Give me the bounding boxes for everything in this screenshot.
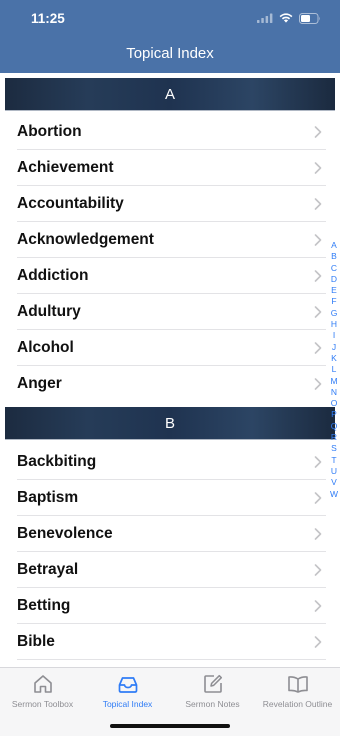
- list-item[interactable]: Achievement: [0, 150, 340, 186]
- index-letter-i[interactable]: I: [327, 330, 340, 341]
- list-item[interactable]: Alcohol: [0, 330, 340, 366]
- index-letter-f[interactable]: F: [327, 296, 340, 307]
- chevron-right-icon: [314, 162, 322, 174]
- topic-label: Betrayal: [17, 561, 79, 578]
- index-letter-h[interactable]: H: [327, 319, 340, 330]
- topic-label: Achievement: [17, 159, 114, 176]
- topic-label: Bible: [17, 633, 55, 650]
- index-letter-w[interactable]: W: [327, 489, 340, 500]
- section-index-bar[interactable]: A B C D E F G H I J K L M N O P Q R S T …: [327, 240, 340, 500]
- tab-topical-index[interactable]: Topical Index: [85, 672, 170, 716]
- topic-label: Adultury: [17, 303, 81, 320]
- topic-list[interactable]: A Abortion Achievement Accountability Ac…: [0, 73, 340, 667]
- chevron-right-icon: [314, 306, 322, 318]
- index-letter-a[interactable]: A: [327, 240, 340, 251]
- row-divider: [17, 659, 326, 660]
- index-letter-t[interactable]: T: [327, 455, 340, 466]
- home-icon: [33, 675, 52, 693]
- list-item[interactable]: Betting: [0, 588, 340, 624]
- status-time: 11:25: [31, 11, 65, 26]
- status-bar: 11:25: [0, 0, 340, 36]
- index-letter-v[interactable]: V: [327, 477, 340, 488]
- list-item[interactable]: Benevolence: [0, 516, 340, 552]
- tab-label: Sermon Notes: [185, 699, 240, 709]
- topic-label: Acknowledgement: [17, 231, 154, 248]
- section-header-a: A: [5, 78, 335, 111]
- index-letter-r[interactable]: R: [327, 432, 340, 443]
- book-icon: [287, 676, 308, 693]
- edit-icon: [203, 674, 222, 693]
- inbox-icon: [118, 677, 137, 693]
- index-letter-q[interactable]: Q: [327, 421, 340, 432]
- signal-icon: [257, 13, 273, 23]
- topic-label: Alcohol: [17, 339, 74, 356]
- topic-label: Backbiting: [17, 453, 97, 470]
- index-letter-p[interactable]: P: [327, 409, 340, 420]
- index-letter-b[interactable]: B: [327, 251, 340, 262]
- list-item[interactable]: Anger: [0, 366, 340, 402]
- chevron-right-icon: [314, 456, 322, 468]
- topic-label: Anger: [17, 375, 62, 392]
- index-letter-o[interactable]: O: [327, 398, 340, 409]
- topic-label: Baptism: [17, 489, 79, 506]
- status-icons: [257, 12, 321, 24]
- index-letter-c[interactable]: C: [327, 263, 340, 274]
- index-letter-u[interactable]: U: [327, 466, 340, 477]
- chevron-right-icon: [314, 234, 322, 246]
- topic-label: Abortion: [17, 123, 82, 140]
- chevron-right-icon: [314, 198, 322, 210]
- index-letter-m[interactable]: M: [327, 376, 340, 387]
- topic-label: Accountability: [17, 195, 124, 212]
- index-letter-n[interactable]: N: [327, 387, 340, 398]
- index-letter-j[interactable]: J: [327, 342, 340, 353]
- tab-sermon-notes[interactable]: Sermon Notes: [170, 672, 255, 716]
- chevron-right-icon: [314, 600, 322, 612]
- tab-label: Revelation Outline: [262, 699, 333, 709]
- topic-label: Benevolence: [17, 525, 113, 542]
- list-item[interactable]: Adultury: [0, 294, 340, 330]
- tab-sermon-toolbox[interactable]: Sermon Toolbox: [0, 672, 85, 716]
- chevron-right-icon: [314, 342, 322, 354]
- chevron-right-icon: [314, 492, 322, 504]
- topic-label: Addiction: [17, 267, 89, 284]
- tab-label: Topical Index: [102, 699, 153, 709]
- chevron-right-icon: [314, 378, 322, 390]
- chevron-right-icon: [314, 636, 322, 648]
- list-item[interactable]: Addiction: [0, 258, 340, 294]
- list-item[interactable]: Acknowledgement: [0, 222, 340, 258]
- chevron-right-icon: [314, 564, 322, 576]
- list-item[interactable]: Betrayal: [0, 552, 340, 588]
- section-letter: B: [164, 414, 175, 432]
- tab-label: Sermon Toolbox: [11, 699, 74, 709]
- tab-revelation-outline[interactable]: Revelation Outline: [255, 672, 340, 716]
- list-item[interactable]: Baptism: [0, 480, 340, 516]
- list-item[interactable]: Bible: [0, 624, 340, 660]
- chevron-right-icon: [314, 270, 322, 282]
- wifi-icon: [279, 13, 293, 23]
- chevron-right-icon: [314, 126, 322, 138]
- index-letter-s[interactable]: S: [327, 443, 340, 454]
- index-letter-e[interactable]: E: [327, 285, 340, 296]
- home-indicator[interactable]: [110, 724, 230, 728]
- topic-label: Betting: [17, 597, 71, 614]
- list-item[interactable]: Accountability: [0, 186, 340, 222]
- list-item[interactable]: Abortion: [0, 114, 340, 150]
- index-letter-g[interactable]: G: [327, 308, 340, 319]
- battery-icon: [299, 12, 320, 24]
- section-letter: A: [164, 85, 175, 103]
- section-header-b: B: [5, 407, 335, 440]
- index-letter-k[interactable]: K: [327, 353, 340, 364]
- chevron-right-icon: [314, 528, 322, 540]
- index-letter-d[interactable]: D: [327, 274, 340, 285]
- page-title: Topical Index: [126, 45, 214, 62]
- index-letter-l[interactable]: L: [327, 364, 340, 375]
- list-item[interactable]: Backbiting: [0, 444, 340, 480]
- nav-header: 11:25 Topical Index: [0, 0, 340, 73]
